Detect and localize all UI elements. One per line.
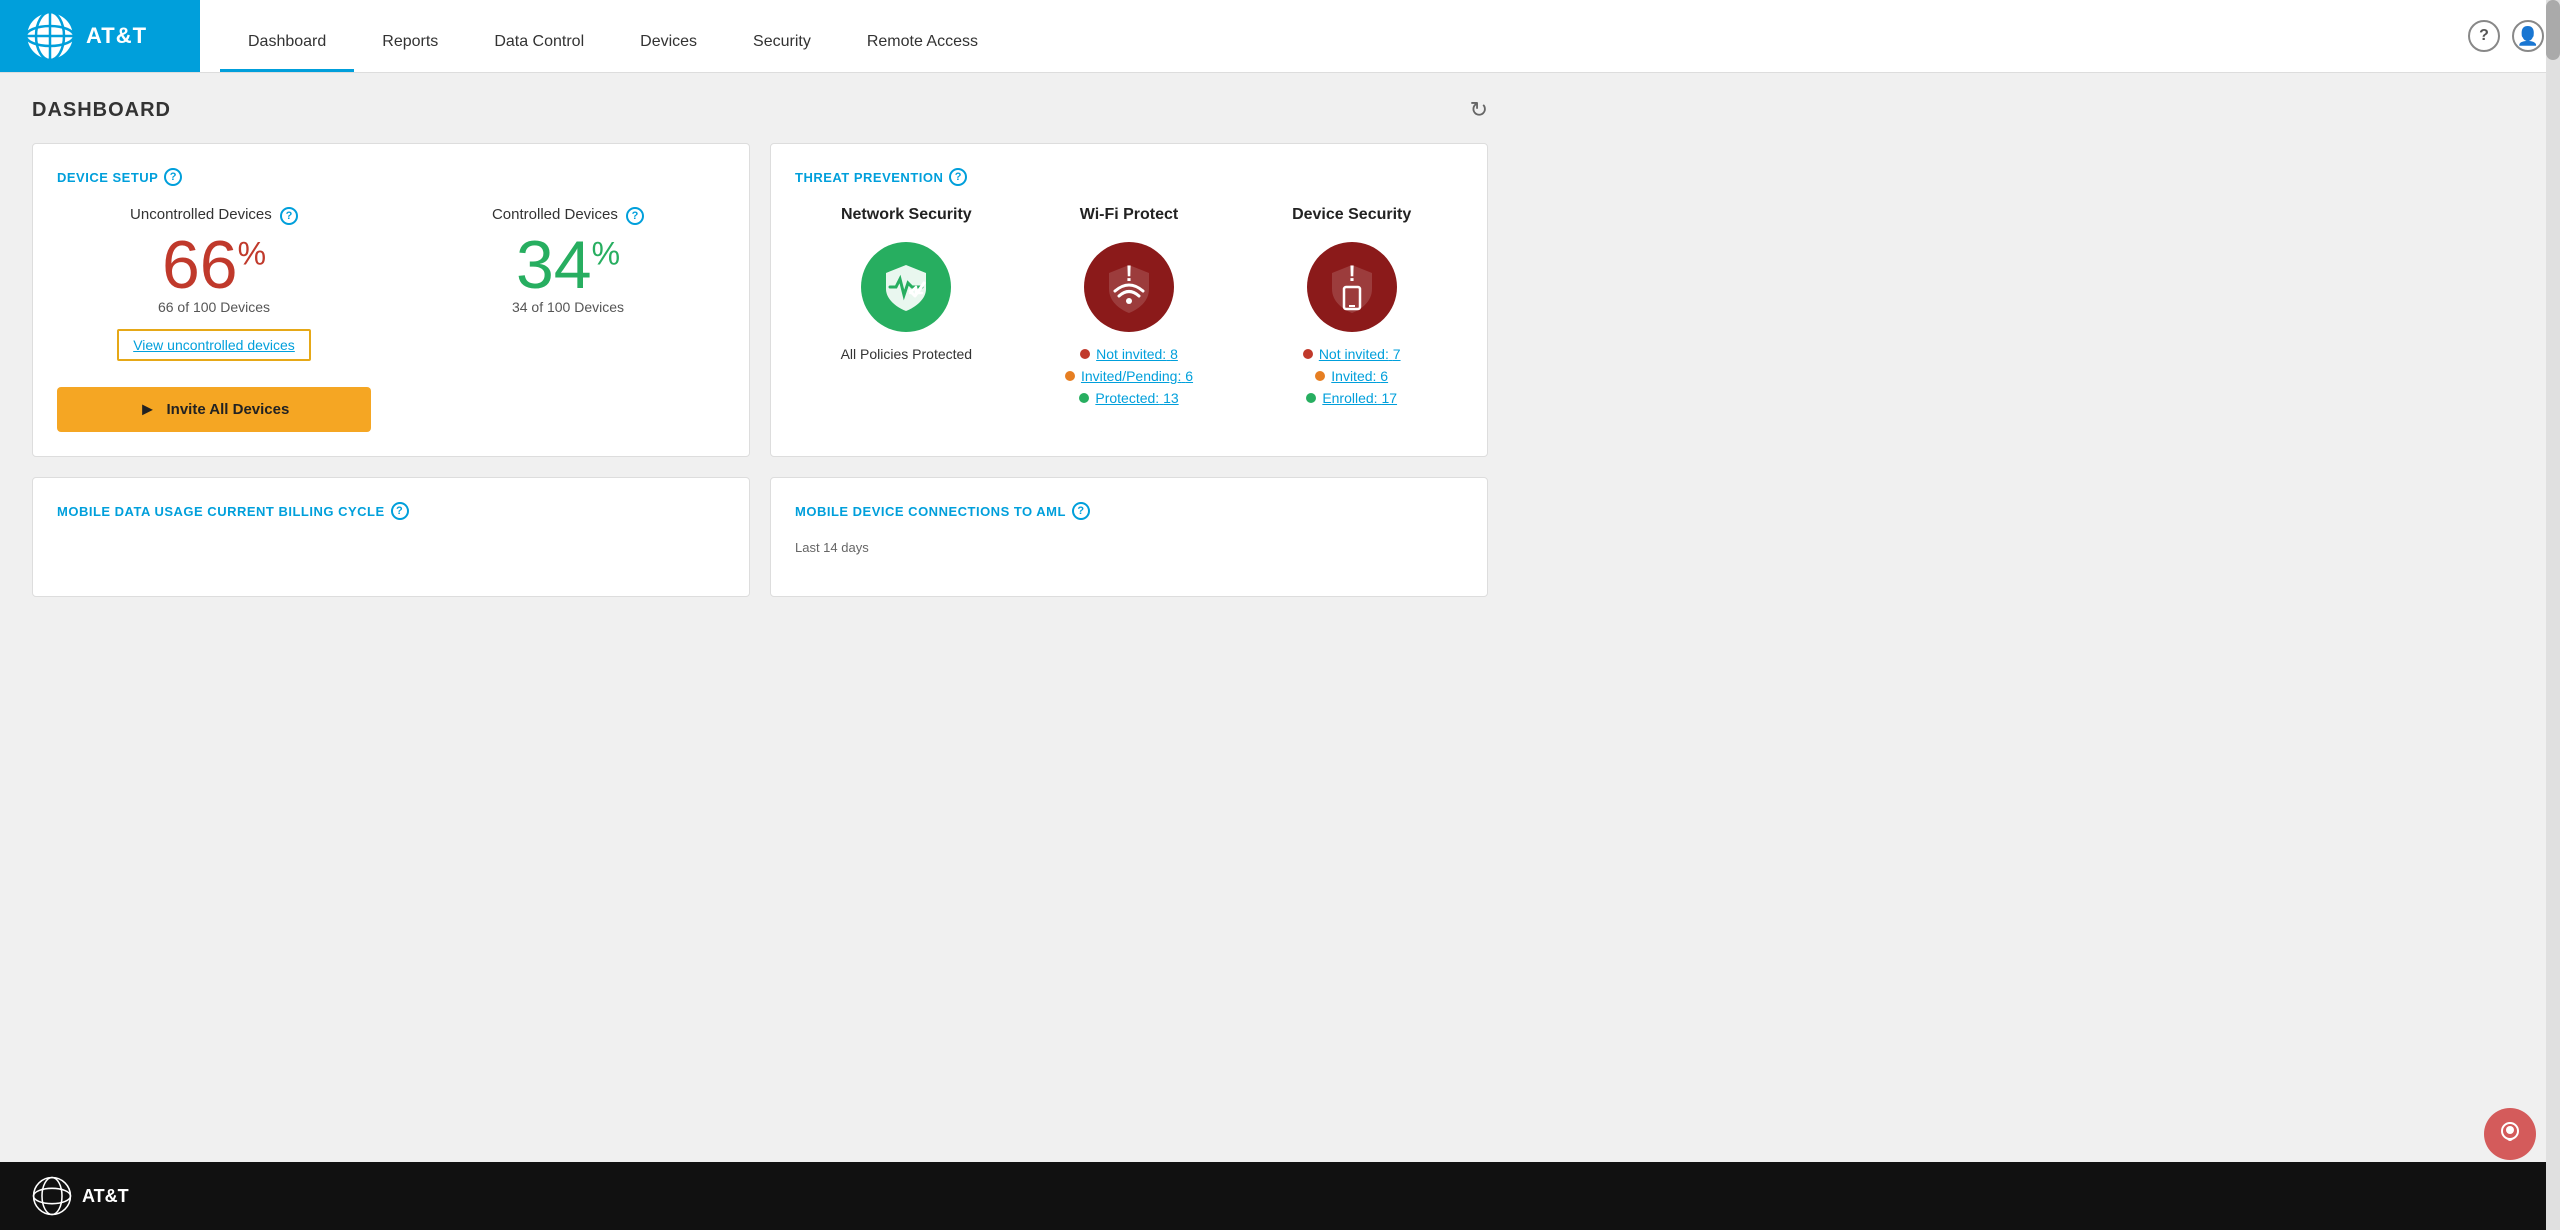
wifi-not-invited-dot	[1080, 349, 1090, 359]
controlled-stat: Controlled Devices ? 34% 34 of 100 Devic…	[411, 206, 725, 329]
network-security-icon	[861, 242, 951, 332]
footer: AT&T	[0, 1162, 2560, 1230]
wifi-invited-pending: Invited/Pending: 6	[1034, 368, 1225, 384]
controlled-percent: 34%	[411, 231, 725, 299]
header-actions: ? 👤	[2452, 0, 2560, 72]
wifi-protect-title: Wi-Fi Protect	[1034, 206, 1225, 224]
network-security-col: Network Security All Policies Protected	[795, 206, 1018, 412]
mobile-connections-title: MOBILE DEVICE CONNECTIONS TO AML ?	[795, 502, 1463, 520]
nav-reports[interactable]: Reports	[354, 15, 466, 72]
refresh-button[interactable]: ↻	[1470, 97, 1488, 123]
invite-arrow-icon: ►	[139, 399, 157, 420]
svg-text:!: !	[1125, 261, 1132, 286]
wifi-protected: Protected: 13	[1034, 390, 1225, 406]
device-setup-title: DEVICE SETUP ?	[57, 168, 725, 186]
device-invited-link[interactable]: Invited: 6	[1331, 368, 1388, 384]
device-setup-content: Uncontrolled Devices ? 66% 66 of 100 Dev…	[57, 206, 725, 432]
device-setup-card: DEVICE SETUP ? Uncontrolled Devices ? 66…	[32, 143, 750, 457]
network-security-status: All Policies Protected	[811, 346, 1002, 362]
device-enrolled-dot	[1306, 393, 1316, 403]
main-nav: Dashboard Reports Data Control Devices S…	[200, 0, 2452, 72]
device-invited-dot	[1315, 371, 1325, 381]
footer-logo: AT&T	[32, 1176, 129, 1216]
mobile-data-card: MOBILE DATA USAGE CURRENT BILLING CYCLE …	[32, 477, 750, 597]
footer-brand-name: AT&T	[82, 1186, 129, 1207]
wifi-protected-dot	[1079, 393, 1089, 403]
invite-all-button[interactable]: ► Invite All Devices	[57, 387, 371, 432]
help-button[interactable]: ?	[2468, 20, 2500, 52]
device-security-icon: !	[1307, 242, 1397, 332]
bottom-cards-row: MOBILE DATA USAGE CURRENT BILLING CYCLE …	[32, 477, 1488, 597]
device-enrolled-link[interactable]: Enrolled: 17	[1322, 390, 1397, 406]
top-cards-row: DEVICE SETUP ? Uncontrolled Devices ? 66…	[32, 143, 1488, 457]
device-enrolled: Enrolled: 17	[1256, 390, 1447, 406]
wifi-protect-col: Wi-Fi Protect ! Not invited	[1018, 206, 1241, 412]
threat-prevention-card: THREAT PREVENTION ? Network Security	[770, 143, 1488, 457]
page-content: DASHBOARD ↻ DEVICE SETUP ? Uncontrolled …	[0, 73, 1520, 641]
nav-remote-access[interactable]: Remote Access	[839, 15, 1006, 72]
mobile-data-help-icon[interactable]: ?	[391, 502, 409, 520]
device-setup-help-icon[interactable]: ?	[164, 168, 182, 186]
mobile-connections-card: MOBILE DEVICE CONNECTIONS TO AML ? Last …	[770, 477, 1488, 597]
att-globe-icon	[24, 10, 76, 62]
threat-prevention-title: THREAT PREVENTION ?	[795, 168, 1463, 186]
wifi-protect-icon: !	[1084, 242, 1174, 332]
view-uncontrolled-link[interactable]: View uncontrolled devices	[117, 329, 311, 361]
nav-data-control[interactable]: Data Control	[466, 15, 612, 72]
threat-prevention-help-icon[interactable]: ?	[949, 168, 967, 186]
controlled-help-icon[interactable]: ?	[626, 207, 644, 225]
logo-area: AT&T	[0, 0, 200, 72]
wifi-invited-pending-link[interactable]: Invited/Pending: 6	[1081, 368, 1193, 384]
nav-dashboard[interactable]: Dashboard	[220, 15, 354, 72]
network-security-svg	[880, 261, 932, 313]
threat-content: Network Security All Policies Protected	[795, 206, 1463, 412]
device-not-invited-link[interactable]: Not invited: 7	[1319, 346, 1401, 362]
mobile-connections-help-icon[interactable]: ?	[1072, 502, 1090, 520]
att-logo: AT&T	[24, 10, 147, 62]
device-security-col: Device Security ! Not invited: 7	[1240, 206, 1463, 412]
uncontrolled-count: 66 of 100 Devices	[57, 299, 371, 315]
scrollbar-thumb[interactable]	[2546, 0, 2560, 60]
mobile-data-title: MOBILE DATA USAGE CURRENT BILLING CYCLE …	[57, 502, 725, 520]
network-security-title: Network Security	[811, 206, 1002, 224]
mobile-connections-subtitle: Last 14 days	[795, 540, 1463, 555]
device-invited: Invited: 6	[1256, 368, 1447, 384]
footer-globe-icon	[32, 1176, 72, 1216]
user-button[interactable]: 👤	[2512, 20, 2544, 52]
uncontrolled-help-icon[interactable]: ?	[280, 207, 298, 225]
nav-devices[interactable]: Devices	[612, 15, 725, 72]
device-security-svg: !	[1324, 259, 1380, 315]
device-not-invited-dot	[1303, 349, 1313, 359]
header: AT&T Dashboard Reports Data Control Devi…	[0, 0, 2560, 73]
chat-icon	[2494, 1118, 2526, 1150]
device-not-invited: Not invited: 7	[1256, 346, 1447, 362]
wifi-not-invited: Not invited: 8	[1034, 346, 1225, 362]
uncontrolled-percent: 66%	[57, 231, 371, 299]
wifi-not-invited-link[interactable]: Not invited: 8	[1096, 346, 1178, 362]
controlled-count: 34 of 100 Devices	[411, 299, 725, 315]
chat-bubble[interactable]	[2484, 1108, 2536, 1160]
uncontrolled-stat: Uncontrolled Devices ? 66% 66 of 100 Dev…	[57, 206, 371, 432]
svg-text:!: !	[1348, 261, 1355, 286]
device-security-title: Device Security	[1256, 206, 1447, 224]
uncontrolled-label: Uncontrolled Devices ?	[57, 206, 371, 225]
controlled-label: Controlled Devices ?	[411, 206, 725, 225]
wifi-protected-link[interactable]: Protected: 13	[1095, 390, 1178, 406]
page-title: DASHBOARD	[32, 99, 171, 122]
nav-security[interactable]: Security	[725, 15, 839, 72]
page-header: DASHBOARD ↻	[32, 97, 1488, 123]
wifi-invited-pending-dot	[1065, 371, 1075, 381]
att-brand-name: AT&T	[86, 23, 147, 49]
wifi-protect-svg: !	[1101, 259, 1157, 315]
scrollbar-track[interactable]	[2546, 0, 2560, 1230]
